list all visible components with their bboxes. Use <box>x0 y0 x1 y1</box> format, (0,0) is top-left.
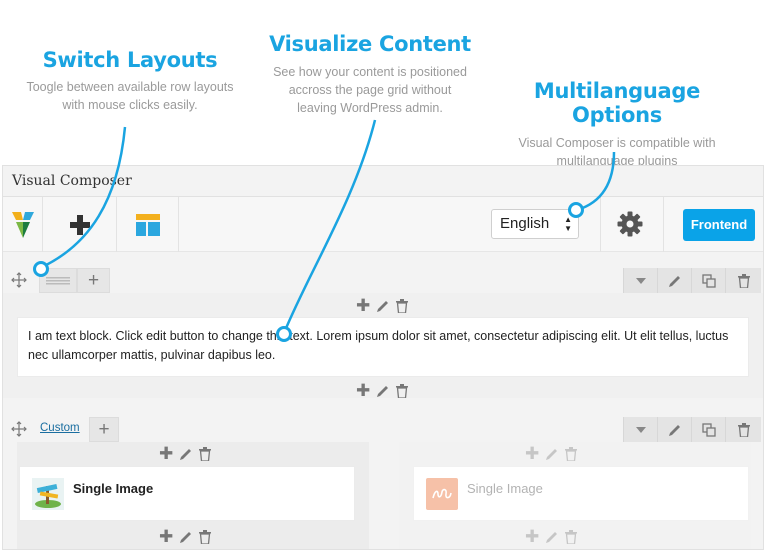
templates-button[interactable] <box>117 197 179 252</box>
row-edit-button[interactable] <box>657 417 691 442</box>
select-arrows-icon: ▲ ▼ <box>564 215 572 233</box>
trash-icon[interactable] <box>396 384 409 398</box>
element-label: Single Image <box>467 481 543 496</box>
language-select-value: English <box>500 215 550 232</box>
pencil-icon[interactable] <box>179 530 193 544</box>
vc-logo-button[interactable] <box>3 197 43 252</box>
single-image-element[interactable]: Single Image <box>19 466 355 521</box>
image-thumbnail-icon <box>32 478 64 510</box>
pencil-icon[interactable] <box>376 299 390 313</box>
row-layout-button[interactable] <box>39 268 77 293</box>
pencil-icon[interactable] <box>376 384 390 398</box>
element-label: Single Image <box>73 481 154 496</box>
move-icon[interactable] <box>11 421 27 437</box>
column-controls-top: ✚ <box>525 444 578 464</box>
row-controls: Custom + <box>3 417 763 442</box>
add-icon[interactable]: ✚ <box>356 296 370 316</box>
separator <box>600 197 601 252</box>
add-element-icon <box>69 214 90 235</box>
row-edit-button[interactable] <box>657 268 691 293</box>
column-controls-bottom: ✚ <box>356 381 409 401</box>
clone-icon <box>701 422 716 437</box>
row-2: Custom + ✚ Single Image ✚ ✚ Single Image… <box>3 417 763 549</box>
panel-title: Visual Composer <box>3 166 763 197</box>
row-toggle-button[interactable] <box>623 268 657 293</box>
row-toggle-button[interactable] <box>623 417 657 442</box>
callout-multilanguage: Multilanguage Options Visual Composer is… <box>486 79 748 170</box>
add-icon[interactable]: ✚ <box>525 527 539 547</box>
caret-down-icon <box>635 277 646 284</box>
text-block-element[interactable]: I am text block. Click edit button to ch… <box>17 317 749 377</box>
pencil-icon[interactable] <box>545 530 559 544</box>
pencil-icon <box>668 424 680 436</box>
column-controls-top: ✚ <box>159 444 212 464</box>
move-icon[interactable] <box>11 272 27 288</box>
add-icon[interactable]: ✚ <box>159 527 173 547</box>
frontend-button[interactable]: Frontend <box>683 209 755 241</box>
custom-layout-link[interactable]: Custom <box>40 422 80 434</box>
add-icon[interactable]: ✚ <box>525 444 539 464</box>
column-1: ✚ Single Image ✚ <box>17 442 369 549</box>
callout-description: See how your content is positioned accro… <box>273 65 467 115</box>
pencil-icon[interactable] <box>545 447 559 461</box>
callout-description: Toogle between available row layouts wit… <box>26 80 234 112</box>
add-element-button[interactable] <box>43 197 117 252</box>
add-icon[interactable]: ✚ <box>356 381 370 401</box>
row-layout-icon <box>46 276 70 284</box>
gear-icon[interactable] <box>616 210 644 238</box>
row-clone-button[interactable] <box>691 268 725 293</box>
add-layout-button[interactable]: + <box>89 417 119 442</box>
column-2: ✚ Single Image ✚ <box>399 442 751 549</box>
callout-title: Multilanguage Options <box>533 79 701 127</box>
row-delete-button[interactable] <box>725 268 761 293</box>
row-delete-button[interactable] <box>725 417 761 442</box>
clone-icon <box>701 273 716 288</box>
pencil-icon[interactable] <box>179 447 193 461</box>
trash-icon[interactable] <box>565 447 578 461</box>
trash-icon <box>737 422 750 437</box>
trash-icon[interactable] <box>199 530 212 544</box>
templates-icon <box>135 213 160 236</box>
trash-icon[interactable] <box>565 530 578 544</box>
trash-icon[interactable] <box>199 447 212 461</box>
pencil-icon <box>668 275 680 287</box>
trash-icon[interactable] <box>396 299 409 313</box>
row-controls: + <box>3 268 763 293</box>
column-controls-top: ✚ <box>356 296 409 316</box>
add-icon[interactable]: ✚ <box>159 444 173 464</box>
add-layout-button[interactable]: + <box>77 268 110 293</box>
trash-icon <box>737 273 750 288</box>
language-select[interactable]: English ▲ ▼ <box>491 209 579 239</box>
callout-title: Visualize Content <box>269 32 471 56</box>
column-controls-bottom: ✚ <box>159 527 212 547</box>
callout-visualize-content: Visualize Content See how your content i… <box>240 32 500 117</box>
separator <box>663 197 664 252</box>
visual-composer-panel: Visual Composer English ▲ ▼ Frontend + ✚… <box>2 165 764 550</box>
row-clone-button[interactable] <box>691 417 725 442</box>
vc-logo-icon <box>11 211 34 238</box>
toolbar: English ▲ ▼ Frontend <box>3 197 763 252</box>
image-thumbnail-icon <box>426 478 458 510</box>
callout-title: Switch Layouts <box>42 48 218 72</box>
column-controls-bottom: ✚ <box>525 527 578 547</box>
single-image-element[interactable]: Single Image <box>413 466 749 521</box>
callout-switch-layouts: Switch Layouts Toogle between available … <box>0 48 260 114</box>
caret-down-icon <box>635 426 646 433</box>
